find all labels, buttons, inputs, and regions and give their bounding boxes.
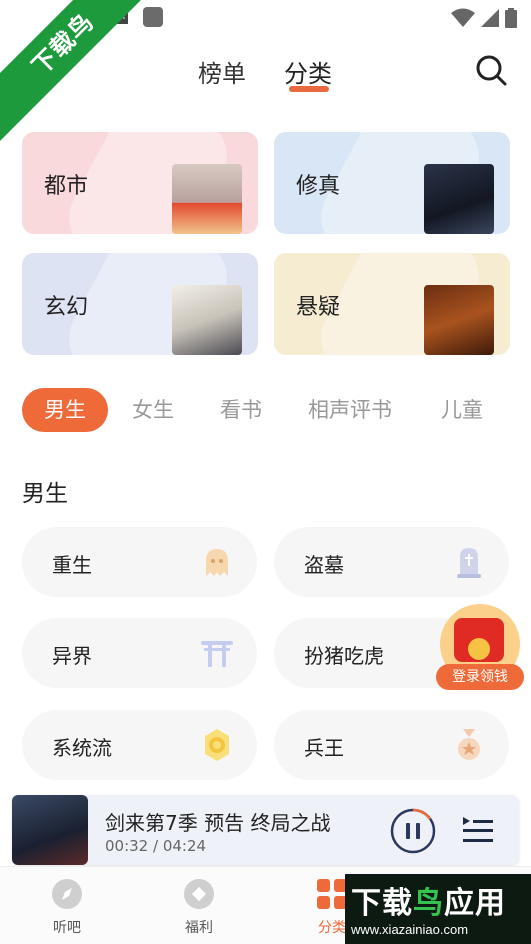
signal-icon (481, 9, 499, 27)
gift-icon (184, 879, 214, 909)
filter-male[interactable]: 男生 (22, 388, 108, 432)
filter-reading[interactable]: 看书 (220, 388, 262, 432)
book-cover-image (424, 285, 494, 355)
playlist-icon[interactable] (461, 813, 495, 847)
genre-label: 扮猪吃虎 (304, 644, 384, 668)
medal-icon (458, 729, 480, 760)
watermark-text-part: 鸟 (413, 886, 444, 921)
login-reward-label: 登录领钱 (436, 664, 524, 690)
compass-icon (52, 879, 82, 909)
battery-icon (505, 8, 517, 28)
wifi-icon (451, 8, 475, 27)
category-card-dushi[interactable]: 都市 (22, 132, 258, 234)
book-cover-image (172, 164, 242, 234)
filter-crosstalk[interactable]: 相声评书 (308, 388, 392, 432)
genre-pill-xitongliu[interactable]: 系统流 (22, 710, 257, 780)
gear-badge-icon (205, 729, 229, 761)
torii-gate-icon (201, 641, 233, 667)
genre-pill-daomu[interactable]: 盗墓 (274, 527, 509, 597)
nav-listen[interactable]: 听吧 (27, 877, 107, 937)
category-card-title: 修真 (296, 174, 341, 199)
category-card-title: 都市 (44, 174, 89, 199)
nav-label: 福利 (185, 920, 213, 936)
section-title: 男生 (22, 481, 68, 507)
player-track-title: 剑来第7季 预告 终局之战 (105, 811, 331, 835)
active-tab-indicator (289, 86, 329, 92)
mini-player[interactable]: 剑来第7季 预告 终局之战 00:32 / 04:24 (12, 795, 519, 865)
genre-label: 异界 (52, 644, 92, 668)
book-cover-image (172, 285, 242, 355)
watermark-logo: 下载鸟应用 www.xiazainiao.com (345, 874, 531, 944)
genre-label: 兵王 (304, 736, 344, 760)
grid-icon (317, 879, 347, 909)
category-card-xuanyi[interactable]: 悬疑 (274, 253, 510, 355)
category-card-title: 悬疑 (296, 295, 341, 320)
watermark-text-part: 下载 (351, 886, 413, 921)
login-reward-float[interactable]: 登录领钱 (436, 604, 524, 692)
tombstone-icon (457, 548, 481, 578)
genre-label: 重生 (52, 553, 92, 577)
book-cover-image (424, 164, 494, 234)
tab-category[interactable]: 分类 (284, 54, 332, 89)
filter-children[interactable]: 儿童 (441, 388, 483, 432)
category-card-title: 玄幻 (44, 295, 89, 320)
watermark-text-part: 应用 (444, 886, 506, 921)
nav-label: 听吧 (53, 920, 81, 936)
watermark-title: 下载鸟应用 (351, 878, 506, 922)
nav-welfare[interactable]: 福利 (159, 877, 239, 937)
genre-label: 系统流 (52, 736, 112, 760)
player-time: 00:32 / 04:24 (105, 837, 207, 855)
genre-label: 盗墓 (304, 553, 344, 577)
coin-icon (468, 638, 490, 660)
tab-ranking[interactable]: 榜单 (198, 54, 246, 89)
category-card-xuanhuan[interactable]: 玄幻 (22, 253, 258, 355)
status-icons (451, 8, 517, 28)
search-icon[interactable] (473, 52, 509, 88)
header-tabs: 榜单 分类 (0, 52, 531, 92)
ghost-icon (206, 549, 228, 576)
genre-pill-bingwang[interactable]: 兵王 (274, 710, 509, 780)
category-card-xiuzhen[interactable]: 修真 (274, 132, 510, 234)
player-cover-image (12, 795, 88, 865)
filter-female[interactable]: 女生 (132, 388, 174, 432)
pause-button[interactable] (390, 808, 436, 854)
genre-pill-yijie[interactable]: 异界 (22, 618, 257, 688)
watermark-url: www.xiazainiao.com (351, 922, 469, 937)
notification-square-icon (143, 7, 163, 27)
genre-pill-chongsheng[interactable]: 重生 (22, 527, 257, 597)
